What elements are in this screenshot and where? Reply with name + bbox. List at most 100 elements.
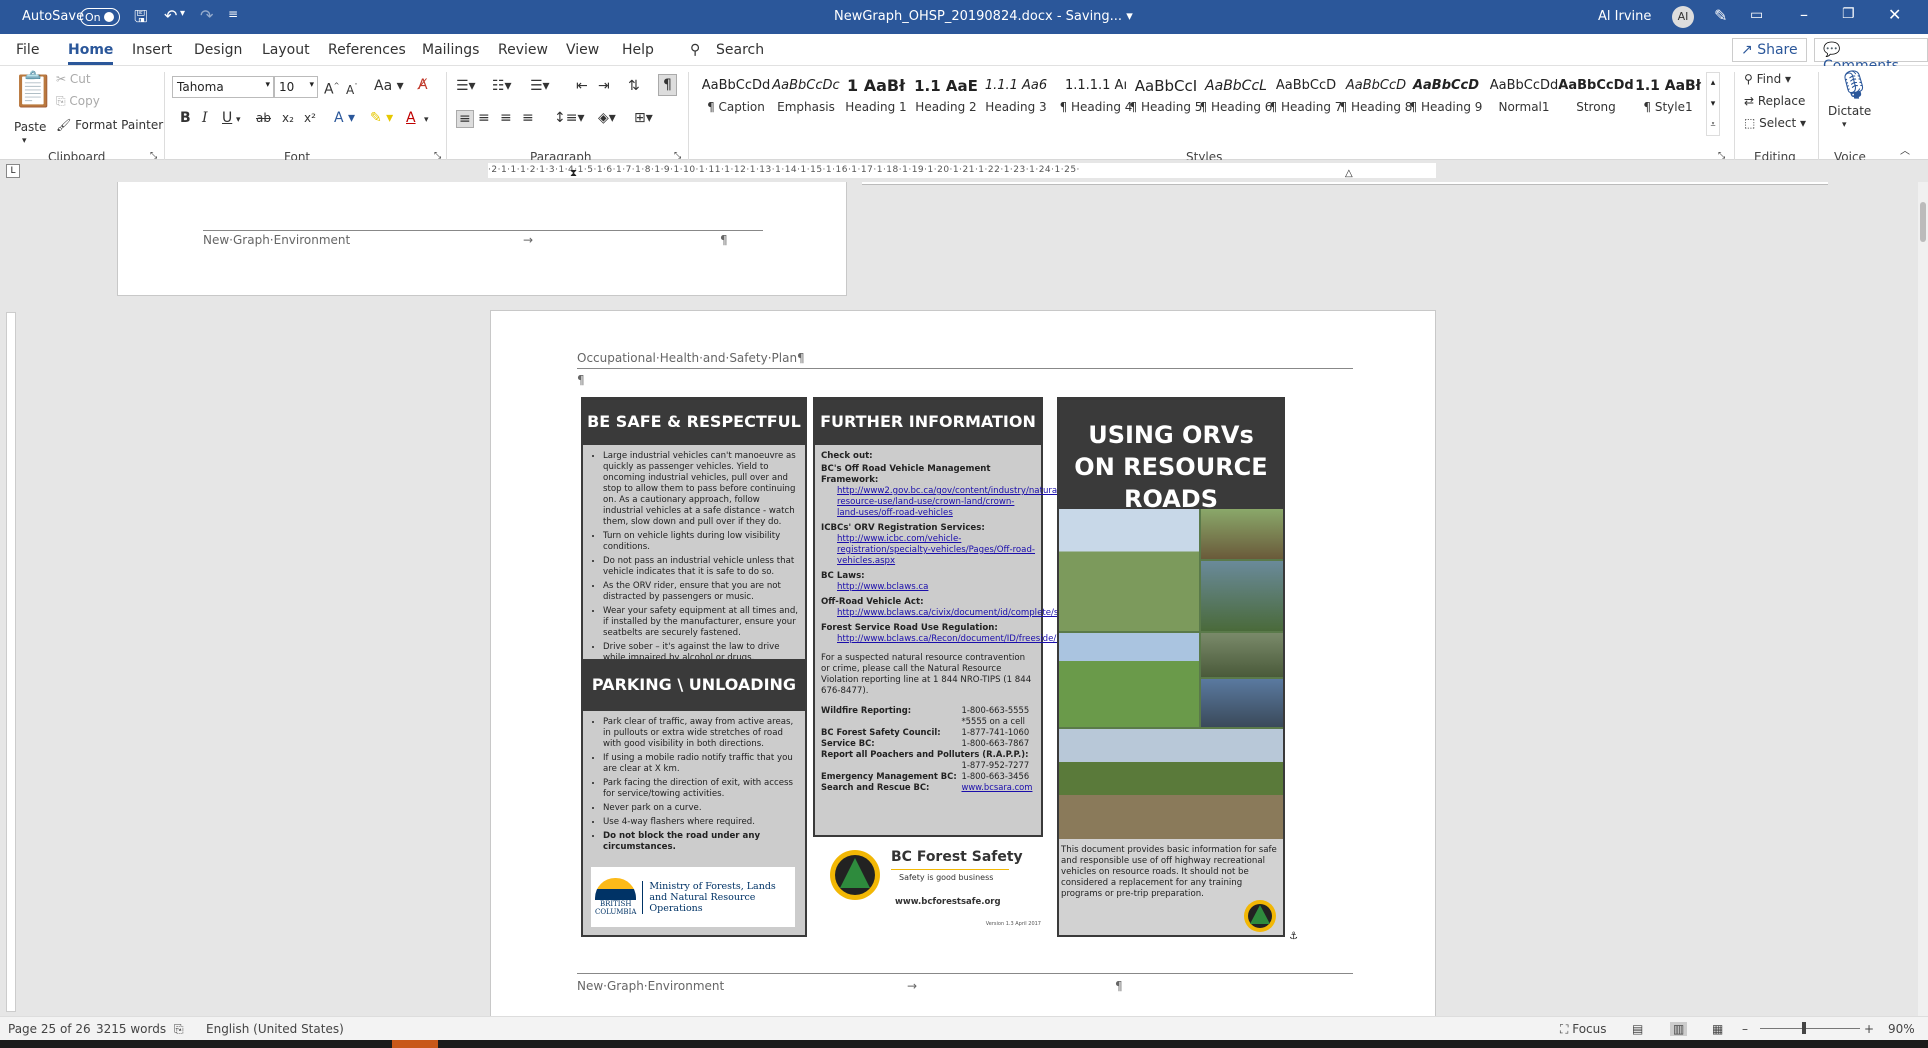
- bold-icon[interactable]: B: [180, 110, 191, 126]
- page-count[interactable]: Page 25 of 26: [8, 1022, 91, 1036]
- font-size-box[interactable]: 10 ▾: [274, 76, 318, 98]
- chevron-up-icon[interactable]: ▴: [1707, 73, 1719, 94]
- tab-review[interactable]: Review: [498, 42, 548, 58]
- close-icon[interactable]: ✕: [1888, 5, 1901, 24]
- microphone-icon[interactable]: 🎙: [1836, 70, 1872, 100]
- autosave-toggle[interactable]: On: [80, 8, 120, 26]
- tab-design[interactable]: Design: [194, 42, 242, 58]
- grow-font-icon[interactable]: A^: [324, 78, 339, 98]
- restore-icon[interactable]: ❐: [1842, 6, 1855, 22]
- tab-home[interactable]: Home: [68, 42, 114, 65]
- zoom-in-icon[interactable]: +: [1864, 1022, 1874, 1036]
- font-color-icon[interactable]: A: [406, 110, 416, 126]
- increase-indent-icon[interactable]: ⇥: [598, 78, 610, 94]
- replace-button[interactable]: ⇄ Replace: [1744, 94, 1805, 108]
- superscript-icon[interactable]: x²: [304, 110, 316, 126]
- vertical-ruler-scale[interactable]: [6, 312, 16, 1012]
- print-layout-icon[interactable]: ▥: [1670, 1022, 1688, 1036]
- collapse-ribbon-icon[interactable]: ︿: [1900, 144, 1910, 160]
- style-heading-9[interactable]: AaBbCcD ¶ Heading 9: [1404, 72, 1488, 128]
- underline-icon[interactable]: U: [222, 110, 232, 126]
- zoom-level[interactable]: 90%: [1888, 1022, 1915, 1036]
- borders-icon[interactable]: ⊞▾: [634, 110, 653, 126]
- contact-link[interactable]: www.bcsara.com: [961, 782, 1035, 793]
- right-indent-marker-icon[interactable]: △: [1345, 168, 1353, 179]
- paste-icon[interactable]: 📋: [12, 72, 54, 108]
- font-name-box[interactable]: Tahoma ▾: [172, 76, 274, 98]
- tab-insert[interactable]: Insert: [132, 42, 172, 58]
- language[interactable]: English (United States): [206, 1022, 344, 1036]
- web-layout-icon[interactable]: ▦: [1712, 1022, 1723, 1036]
- focus-button[interactable]: ⛶ Focus: [1560, 1022, 1607, 1037]
- tab-view[interactable]: View: [566, 42, 599, 58]
- select-button[interactable]: ⬚ Select ▾: [1744, 116, 1806, 130]
- decrease-indent-icon[interactable]: ⇤: [576, 78, 588, 94]
- multilevel-list-icon[interactable]: ☰▾: [530, 78, 550, 94]
- clear-formatting-icon[interactable]: A̸: [418, 77, 428, 93]
- title-dropdown-icon[interactable]: ▾: [1126, 9, 1133, 24]
- underline-dropdown-icon[interactable]: ▾: [236, 112, 241, 128]
- copy-button[interactable]: ⎘ Copy: [56, 94, 100, 109]
- show-formatting-marks-icon[interactable]: ¶: [658, 74, 677, 96]
- indent-marker-icon[interactable]: ⧗: [570, 168, 577, 179]
- tab-layout[interactable]: Layout: [262, 42, 310, 58]
- pen-icon[interactable]: ✎: [1714, 6, 1727, 25]
- paste-dropdown-icon[interactable]: ▾: [22, 136, 27, 146]
- undo-dropdown-icon[interactable]: ▾: [180, 8, 185, 19]
- avatar[interactable]: AI: [1672, 6, 1694, 28]
- ribbon-display-icon[interactable]: ▭: [1750, 7, 1763, 23]
- line-spacing-icon[interactable]: ↕≡▾: [554, 110, 585, 126]
- cut-button[interactable]: ✂ Cut: [56, 72, 91, 86]
- style-strong[interactable]: AaBbCcDd Strong: [1554, 72, 1638, 128]
- save-icon[interactable]: 🖫: [134, 6, 148, 33]
- undo-icon[interactable]: ↶: [164, 6, 177, 25]
- shading-icon[interactable]: ◈▾: [598, 110, 616, 126]
- info-link[interactable]: http://www.bclaws.ca: [837, 582, 1035, 593]
- tab-mailings[interactable]: Mailings: [422, 42, 479, 58]
- anchor-icon[interactable]: ⚓: [1289, 931, 1298, 942]
- italic-icon[interactable]: I: [202, 110, 208, 126]
- vertical-scrollbar[interactable]: [1918, 182, 1928, 1016]
- taskbar-app[interactable]: [392, 1040, 438, 1048]
- shrink-font-icon[interactable]: Aˇ: [346, 79, 358, 98]
- scrollbar-thumb[interactable]: [1920, 202, 1926, 242]
- highlight-icon[interactable]: ✎ ▾: [370, 110, 393, 126]
- tab-help[interactable]: Help: [622, 42, 654, 58]
- align-right-icon[interactable]: ≡: [500, 110, 512, 126]
- search-icon[interactable]: ⚲: [690, 42, 700, 58]
- tab-references[interactable]: References: [328, 42, 406, 58]
- customize-qat-icon[interactable]: ≡: [228, 7, 238, 21]
- bullets-icon[interactable]: ☰▾: [456, 78, 476, 94]
- more-styles-icon[interactable]: ⩡: [1707, 115, 1719, 136]
- minimize-icon[interactable]: –: [1800, 5, 1808, 24]
- paste-button[interactable]: Paste: [14, 120, 46, 134]
- justify-icon[interactable]: ≡: [522, 110, 534, 126]
- redo-icon[interactable]: ↷: [200, 6, 213, 25]
- find-button[interactable]: ⚲ Find ▾: [1744, 72, 1791, 86]
- zoom-slider[interactable]: [1760, 1028, 1860, 1029]
- dictate-dropdown-icon[interactable]: ▾: [1842, 120, 1847, 130]
- info-link[interactable]: http://www.bclaws.ca/civix/document/id/c…: [837, 608, 1115, 619]
- share-button[interactable]: ↗ Share: [1732, 38, 1807, 62]
- proofing-icon[interactable]: ⎘: [174, 1022, 184, 1037]
- chevron-down-icon[interactable]: ▾: [1707, 94, 1719, 115]
- style-style1[interactable]: 1.1 AaBł ¶ Style1: [1630, 72, 1706, 128]
- zoom-out-icon[interactable]: –: [1742, 1022, 1748, 1036]
- word-count[interactable]: 3215 words: [96, 1022, 166, 1036]
- tab-file[interactable]: File: [16, 42, 39, 58]
- dictate-button[interactable]: Dictate: [1828, 104, 1871, 118]
- zoom-slider-thumb[interactable]: [1802, 1022, 1806, 1034]
- info-link[interactable]: http://www.bclaws.ca/Recon/document/ID/f…: [837, 634, 1093, 645]
- styles-scroll[interactable]: ▴ ▾ ⩡: [1706, 72, 1720, 136]
- sort-icon[interactable]: ⇅: [628, 78, 640, 94]
- style-heading-3[interactable]: 1.1.1 Aa6 Heading 3: [974, 72, 1058, 128]
- ruler-scale[interactable]: ·2·1·1·1·2·1·3·1·4·1·5·1·6·1·7·1·8·1·9·1…: [488, 163, 1436, 178]
- comments-button[interactable]: 💬 Comments: [1814, 38, 1928, 74]
- info-link[interactable]: http://www.icbc.com/vehicle-registration…: [837, 534, 1035, 567]
- text-effects-icon[interactable]: A ▾: [334, 110, 355, 126]
- read-mode-icon[interactable]: ▤: [1632, 1022, 1643, 1036]
- strikethrough-icon[interactable]: ab: [256, 110, 271, 126]
- font-color-dropdown-icon[interactable]: ▾: [424, 112, 429, 128]
- subscript-icon[interactable]: x₂: [282, 110, 294, 126]
- tab-selector[interactable]: L: [6, 164, 20, 178]
